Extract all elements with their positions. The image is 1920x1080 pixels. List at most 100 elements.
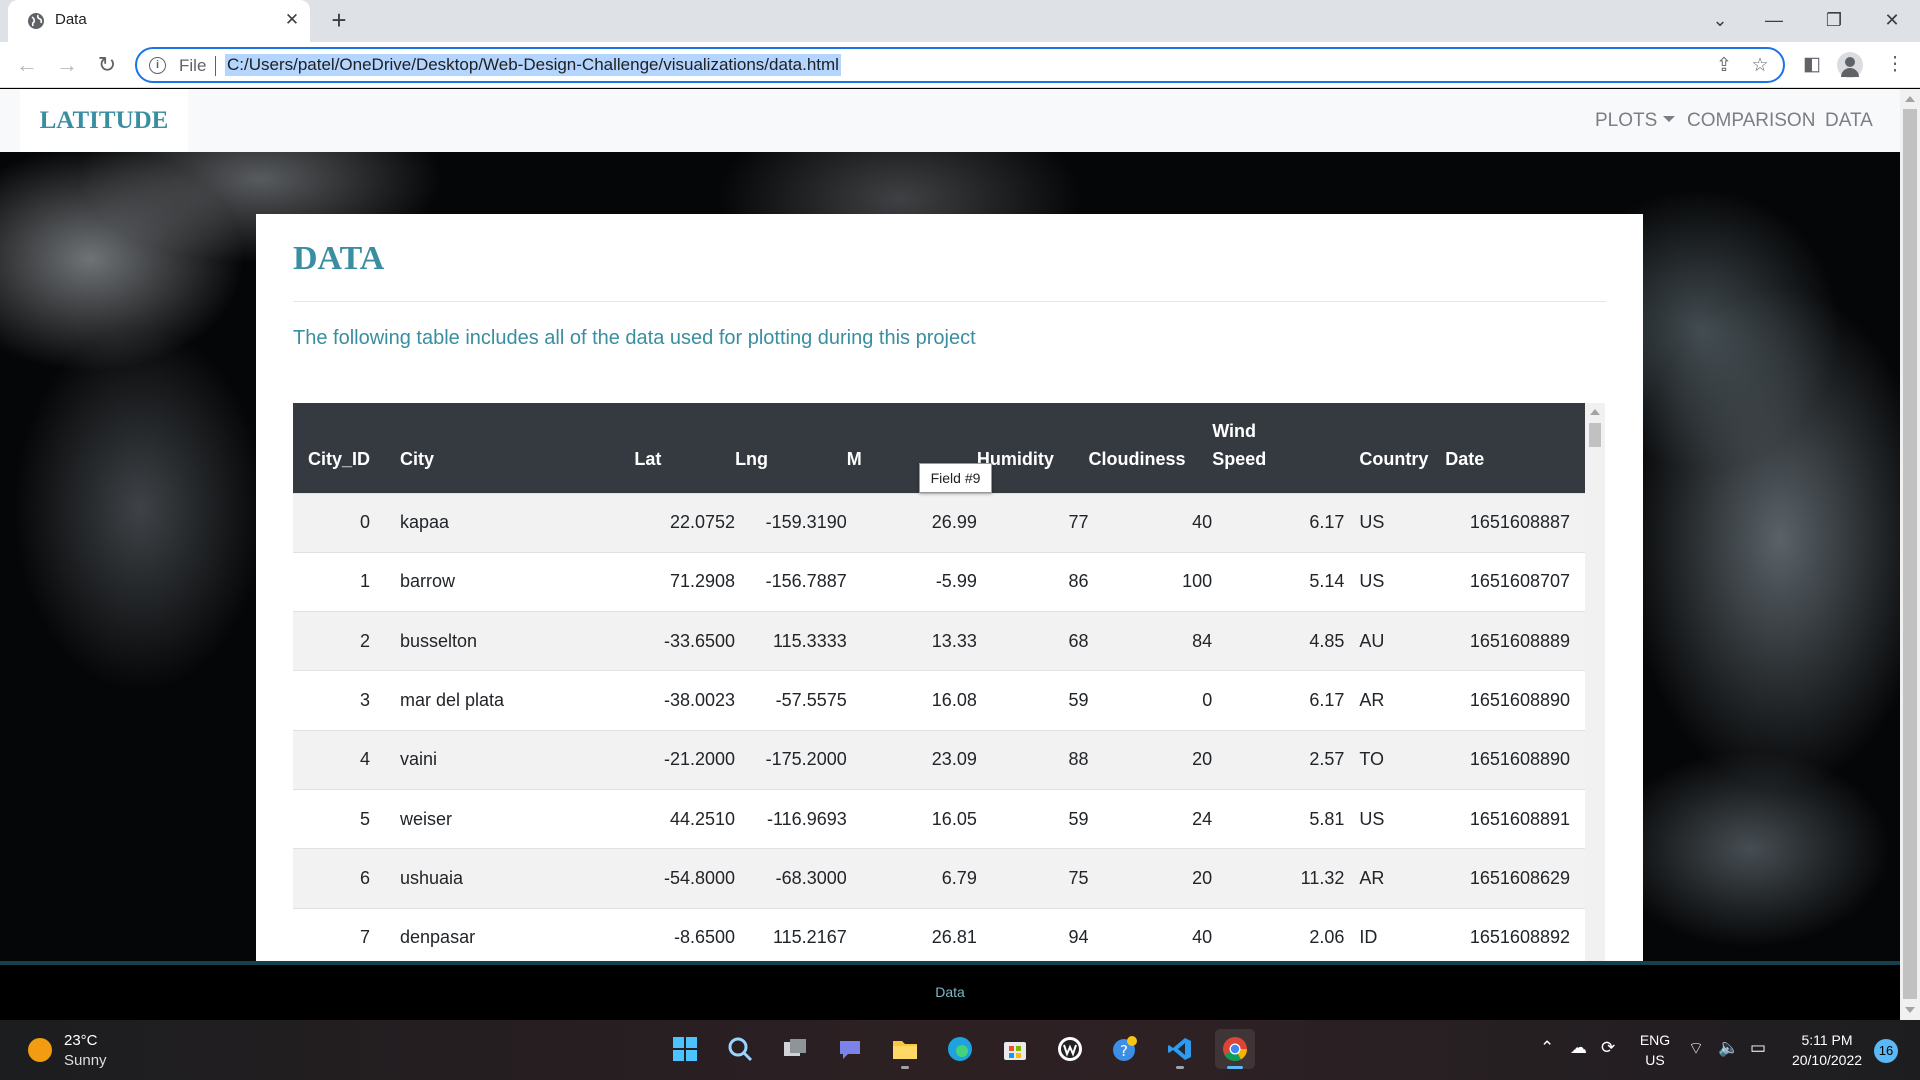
weather-temperature[interactable]: 23°C — [64, 1032, 98, 1049]
sync-icon[interactable]: ⟳ — [1601, 1038, 1615, 1058]
table-body: 0 kapaa 22.0752 -159.3190 26.99 77 40 6.17 US 165… — [293, 492, 1585, 961]
close-tab-icon[interactable]: ✕ — [280, 8, 304, 32]
back-arrow-icon[interactable]: ← — [12, 50, 42, 80]
cell-lat: -33.6500 — [634, 611, 736, 671]
search-icon[interactable] — [720, 1029, 760, 1069]
cell-date: 1651608887 — [1445, 492, 1585, 553]
header-wind-line2: Speed — [1212, 448, 1267, 469]
microsoft-store-icon[interactable] — [995, 1029, 1035, 1069]
cell-cloudiness: 100 — [1088, 551, 1213, 612]
table-row[interactable]: 4 vaini -21.2000 -175.2000 23.09 88 20 2.57 TO 16… — [293, 729, 1585, 790]
table-row[interactable]: 6 ushuaia -54.8000 -68.3000 6.79 75 20 11.32 AR 1… — [293, 848, 1585, 909]
weather-description[interactable]: Sunny — [64, 1052, 107, 1069]
url-text[interactable]: C:/Users/patel/OneDrive/Desktop/Web-Desi… — [225, 54, 841, 76]
bookmark-star-icon[interactable]: ☆ — [1749, 55, 1771, 77]
table-row[interactable]: 7 denpasar -8.6500 115.2167 26.81 94 40 2.06 ID 1… — [293, 907, 1585, 961]
cell-max-temp: 23.09 — [846, 729, 977, 790]
page-scrollbar[interactable] — [1900, 89, 1920, 1020]
cell-max-temp: 13.33 — [846, 611, 977, 671]
info-icon[interactable]: i — [149, 57, 166, 74]
header-city[interactable]: City — [385, 403, 635, 493]
header-cloudiness[interactable]: Cloudiness — [1088, 403, 1213, 493]
page-footer: Data — [0, 961, 1900, 1020]
forward-arrow-icon[interactable]: → — [52, 50, 82, 80]
task-view-glyph-icon — [784, 1039, 806, 1056]
cell-humidity: 94 — [976, 907, 1089, 961]
nav-plots-dropdown[interactable]: PLOTS — [1595, 110, 1676, 132]
tab-search-icon[interactable]: ⌄ — [1692, 0, 1748, 42]
menu-kebab-icon[interactable]: ⋮ — [1880, 50, 1910, 80]
browser-tab[interactable]: Data ✕ — [8, 0, 310, 42]
cell-date: 1651608890 — [1445, 729, 1585, 790]
cell-lat: -38.0023 — [634, 670, 736, 731]
page-scroll-thumb[interactable] — [1903, 109, 1917, 999]
cell-lng: 115.3333 — [735, 611, 847, 671]
close-window-button[interactable]: ✕ — [1864, 0, 1920, 42]
file-explorer-icon[interactable] — [885, 1029, 925, 1069]
cell-date: 1651608890 — [1445, 670, 1585, 731]
scroll-up-arrow-icon[interactable] — [1590, 409, 1600, 415]
onedrive-warning-icon[interactable]: ☁ — [1570, 1038, 1587, 1058]
notification-count-badge[interactable]: 16 — [1874, 1039, 1898, 1063]
clock-time[interactable]: 5:11 PM — [1786, 1032, 1868, 1048]
table-row[interactable]: 5 weiser 44.2510 -116.9693 16.05 59 24 5.81 US 16… — [293, 788, 1585, 849]
new-tab-button[interactable]: + — [324, 6, 354, 36]
cell-city: vaini — [385, 729, 635, 790]
volume-icon[interactable]: 🔈 — [1718, 1038, 1739, 1058]
table-row[interactable]: 0 kapaa 22.0752 -159.3190 26.99 77 40 6.17 US 165… — [293, 492, 1585, 553]
scroll-up-arrow-icon[interactable] — [1905, 96, 1915, 102]
nav-data[interactable]: DATA — [1825, 110, 1873, 132]
w-logo-icon — [1058, 1037, 1082, 1061]
task-view-icon[interactable] — [775, 1029, 815, 1069]
table-scroll-thumb[interactable] — [1589, 423, 1601, 447]
cell-lng: -116.9693 — [735, 788, 847, 849]
table-row[interactable]: 2 busselton -33.6500 115.3333 13.33 68 84 4.85 A… — [293, 611, 1585, 671]
chevron-up-icon[interactable]: ⌃ — [1540, 1038, 1554, 1058]
address-bar[interactable]: i File C:/Users/patel/OneDrive/Desktop/W… — [135, 47, 1785, 83]
chrome-icon[interactable] — [1215, 1029, 1255, 1069]
restore-button[interactable]: ❐ — [1806, 0, 1862, 42]
cell-cloudiness: 0 — [1088, 670, 1213, 731]
header-wind-speed[interactable]: Wind Speed — [1212, 403, 1345, 493]
table-row[interactable]: 1 barrow 71.2908 -156.7887 -5.99 86 100 5.14 US 1… — [293, 551, 1585, 612]
help-app-icon[interactable]: ? — [1105, 1029, 1145, 1069]
reload-icon[interactable]: ↻ — [92, 50, 122, 80]
nav-comparison[interactable]: COMPARISON — [1687, 110, 1815, 132]
site-brand[interactable]: LATITUDE — [20, 89, 188, 152]
cell-wind-speed: 5.81 — [1212, 788, 1345, 849]
clock-date[interactable]: 20/10/2022 — [1786, 1052, 1868, 1068]
language-code[interactable]: ENG — [1636, 1032, 1674, 1048]
cell-city-id: 2 — [293, 611, 386, 671]
app-w-icon[interactable] — [1050, 1029, 1090, 1069]
windows-start-icon[interactable] — [665, 1029, 705, 1069]
cell-country: US — [1344, 788, 1446, 849]
cell-cloudiness: 20 — [1088, 729, 1213, 790]
cell-humidity: 75 — [976, 848, 1089, 909]
battery-icon[interactable]: ▭ — [1750, 1038, 1766, 1058]
data-table-container[interactable]: City_ID City Lat Lng M Humidity Cloudine… — [293, 403, 1585, 961]
profile-avatar-icon[interactable] — [1837, 52, 1863, 78]
page-viewport: LATITUDE PLOTS COMPARISON DATA DATA The … — [0, 89, 1900, 961]
header-country[interactable]: Country — [1344, 403, 1446, 493]
table-row[interactable]: 3 mar del plata -38.0023 -57.5575 16.08 59 0 6.… — [293, 670, 1585, 731]
minimize-button[interactable]: — — [1746, 0, 1802, 42]
cell-max-temp: 16.05 — [846, 788, 977, 849]
language-region[interactable]: US — [1636, 1052, 1674, 1068]
edge-browser-icon[interactable] — [940, 1029, 980, 1069]
table-scrollbar[interactable] — [1585, 403, 1605, 961]
side-panel-icon[interactable]: ◧ — [1797, 50, 1827, 80]
header-lng[interactable]: Lng — [735, 403, 847, 493]
vscode-icon[interactable] — [1160, 1029, 1200, 1069]
header-humidity[interactable]: Humidity — [976, 403, 1089, 493]
wifi-icon[interactable]: ⌔ — [1688, 1038, 1704, 1059]
header-city-id[interactable]: City_ID — [293, 403, 386, 493]
scroll-down-arrow-icon[interactable] — [1905, 1007, 1915, 1013]
sun-weather-icon[interactable] — [28, 1038, 52, 1062]
header-lat[interactable]: Lat — [634, 403, 736, 493]
cell-country: AR — [1344, 848, 1446, 909]
teams-chat-icon[interactable] — [830, 1029, 870, 1069]
cell-lat: -54.8000 — [634, 848, 736, 909]
header-date[interactable]: Date — [1445, 403, 1585, 493]
share-icon[interactable]: ⇪ — [1713, 55, 1735, 77]
tab-title: Data — [55, 11, 87, 28]
